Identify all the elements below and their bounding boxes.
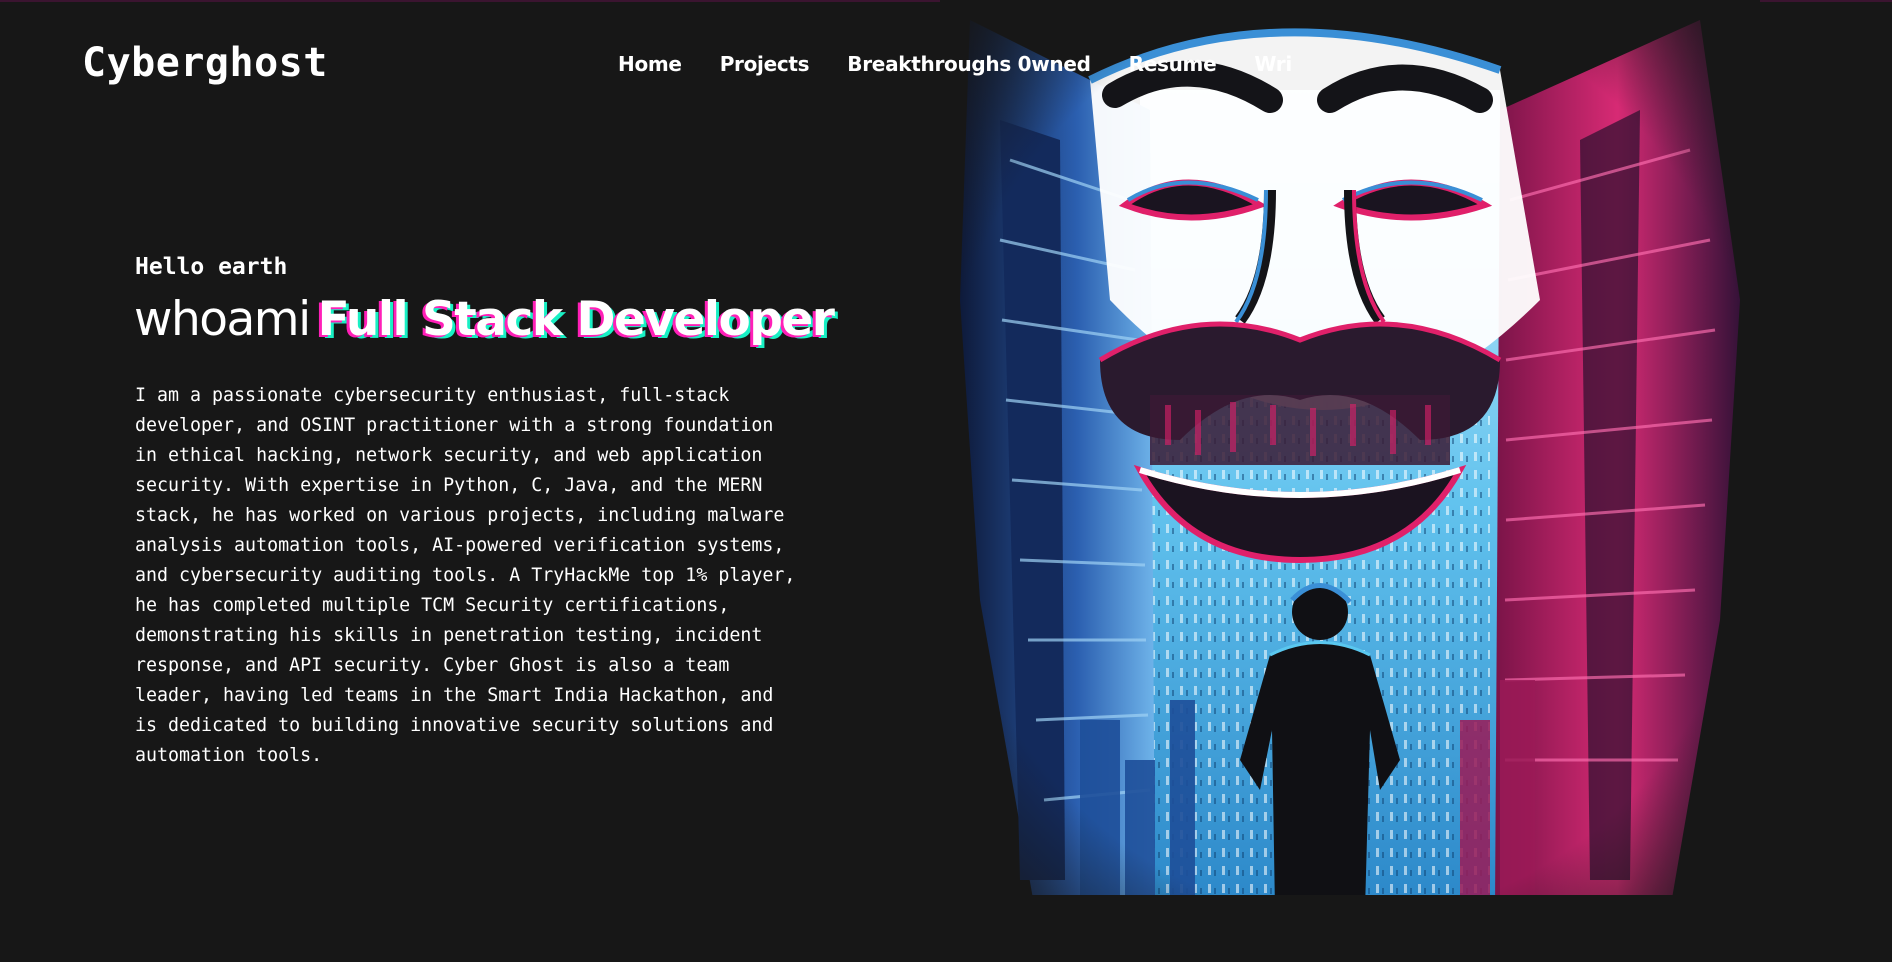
headline-prefix: whoami (134, 292, 311, 347)
nav-breakthroughs[interactable]: Breakthroughs 0wned (847, 52, 1091, 76)
hero-headline: whoami Full Stack Developer (134, 292, 835, 347)
hero-illustration (940, 0, 1760, 915)
nav-projects[interactable]: Projects (720, 52, 810, 76)
headline-role: Full Stack Developer (317, 292, 835, 347)
hero-bio: I am a passionate cybersecurity enthusia… (135, 385, 796, 766)
nav-home[interactable]: Home (618, 52, 682, 76)
brand-logo[interactable]: Cyberghost (82, 40, 328, 86)
nav-resume[interactable]: Resume (1129, 52, 1217, 76)
hero-greeting: Hello earth (135, 254, 288, 280)
nav-writeups[interactable]: Wri (1254, 52, 1292, 76)
main-nav: Home Projects Breakthroughs 0wned Resume… (618, 52, 1292, 76)
